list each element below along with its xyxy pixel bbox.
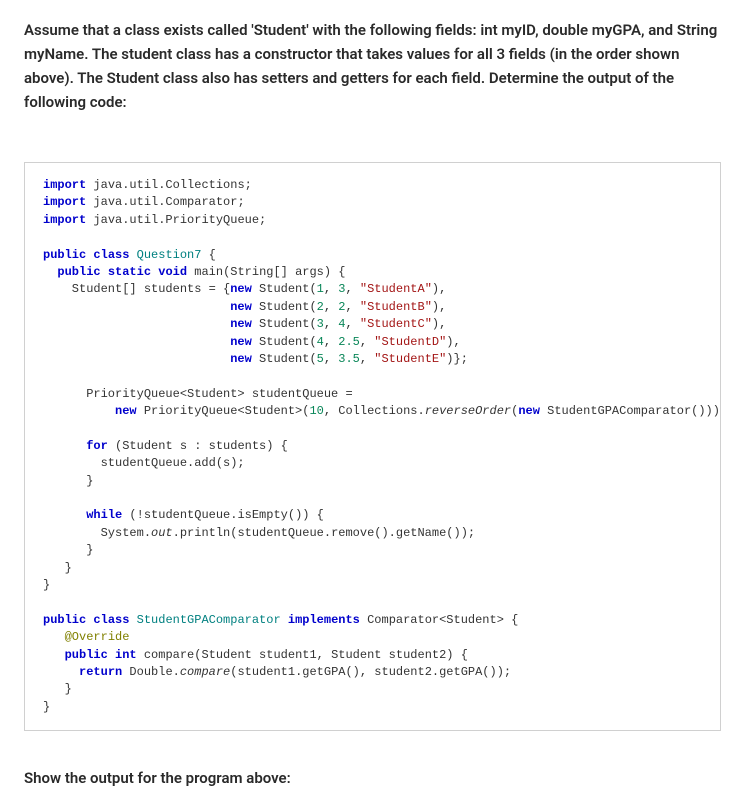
import-line: import java.util.Collections; — [43, 178, 252, 192]
output-prompt: Show the output for the program above: — [24, 769, 721, 787]
problem-statement: Assume that a class exists called 'Stude… — [24, 18, 721, 114]
import-line: import java.util.Comparator; — [43, 195, 245, 209]
code-block: import java.util.Collections; import jav… — [24, 162, 721, 731]
import-line: import java.util.PriorityQueue; — [43, 213, 266, 227]
main-method: public static void main(String[] args) { — [57, 265, 345, 279]
class-decl: public class Question7 { — [43, 248, 216, 262]
